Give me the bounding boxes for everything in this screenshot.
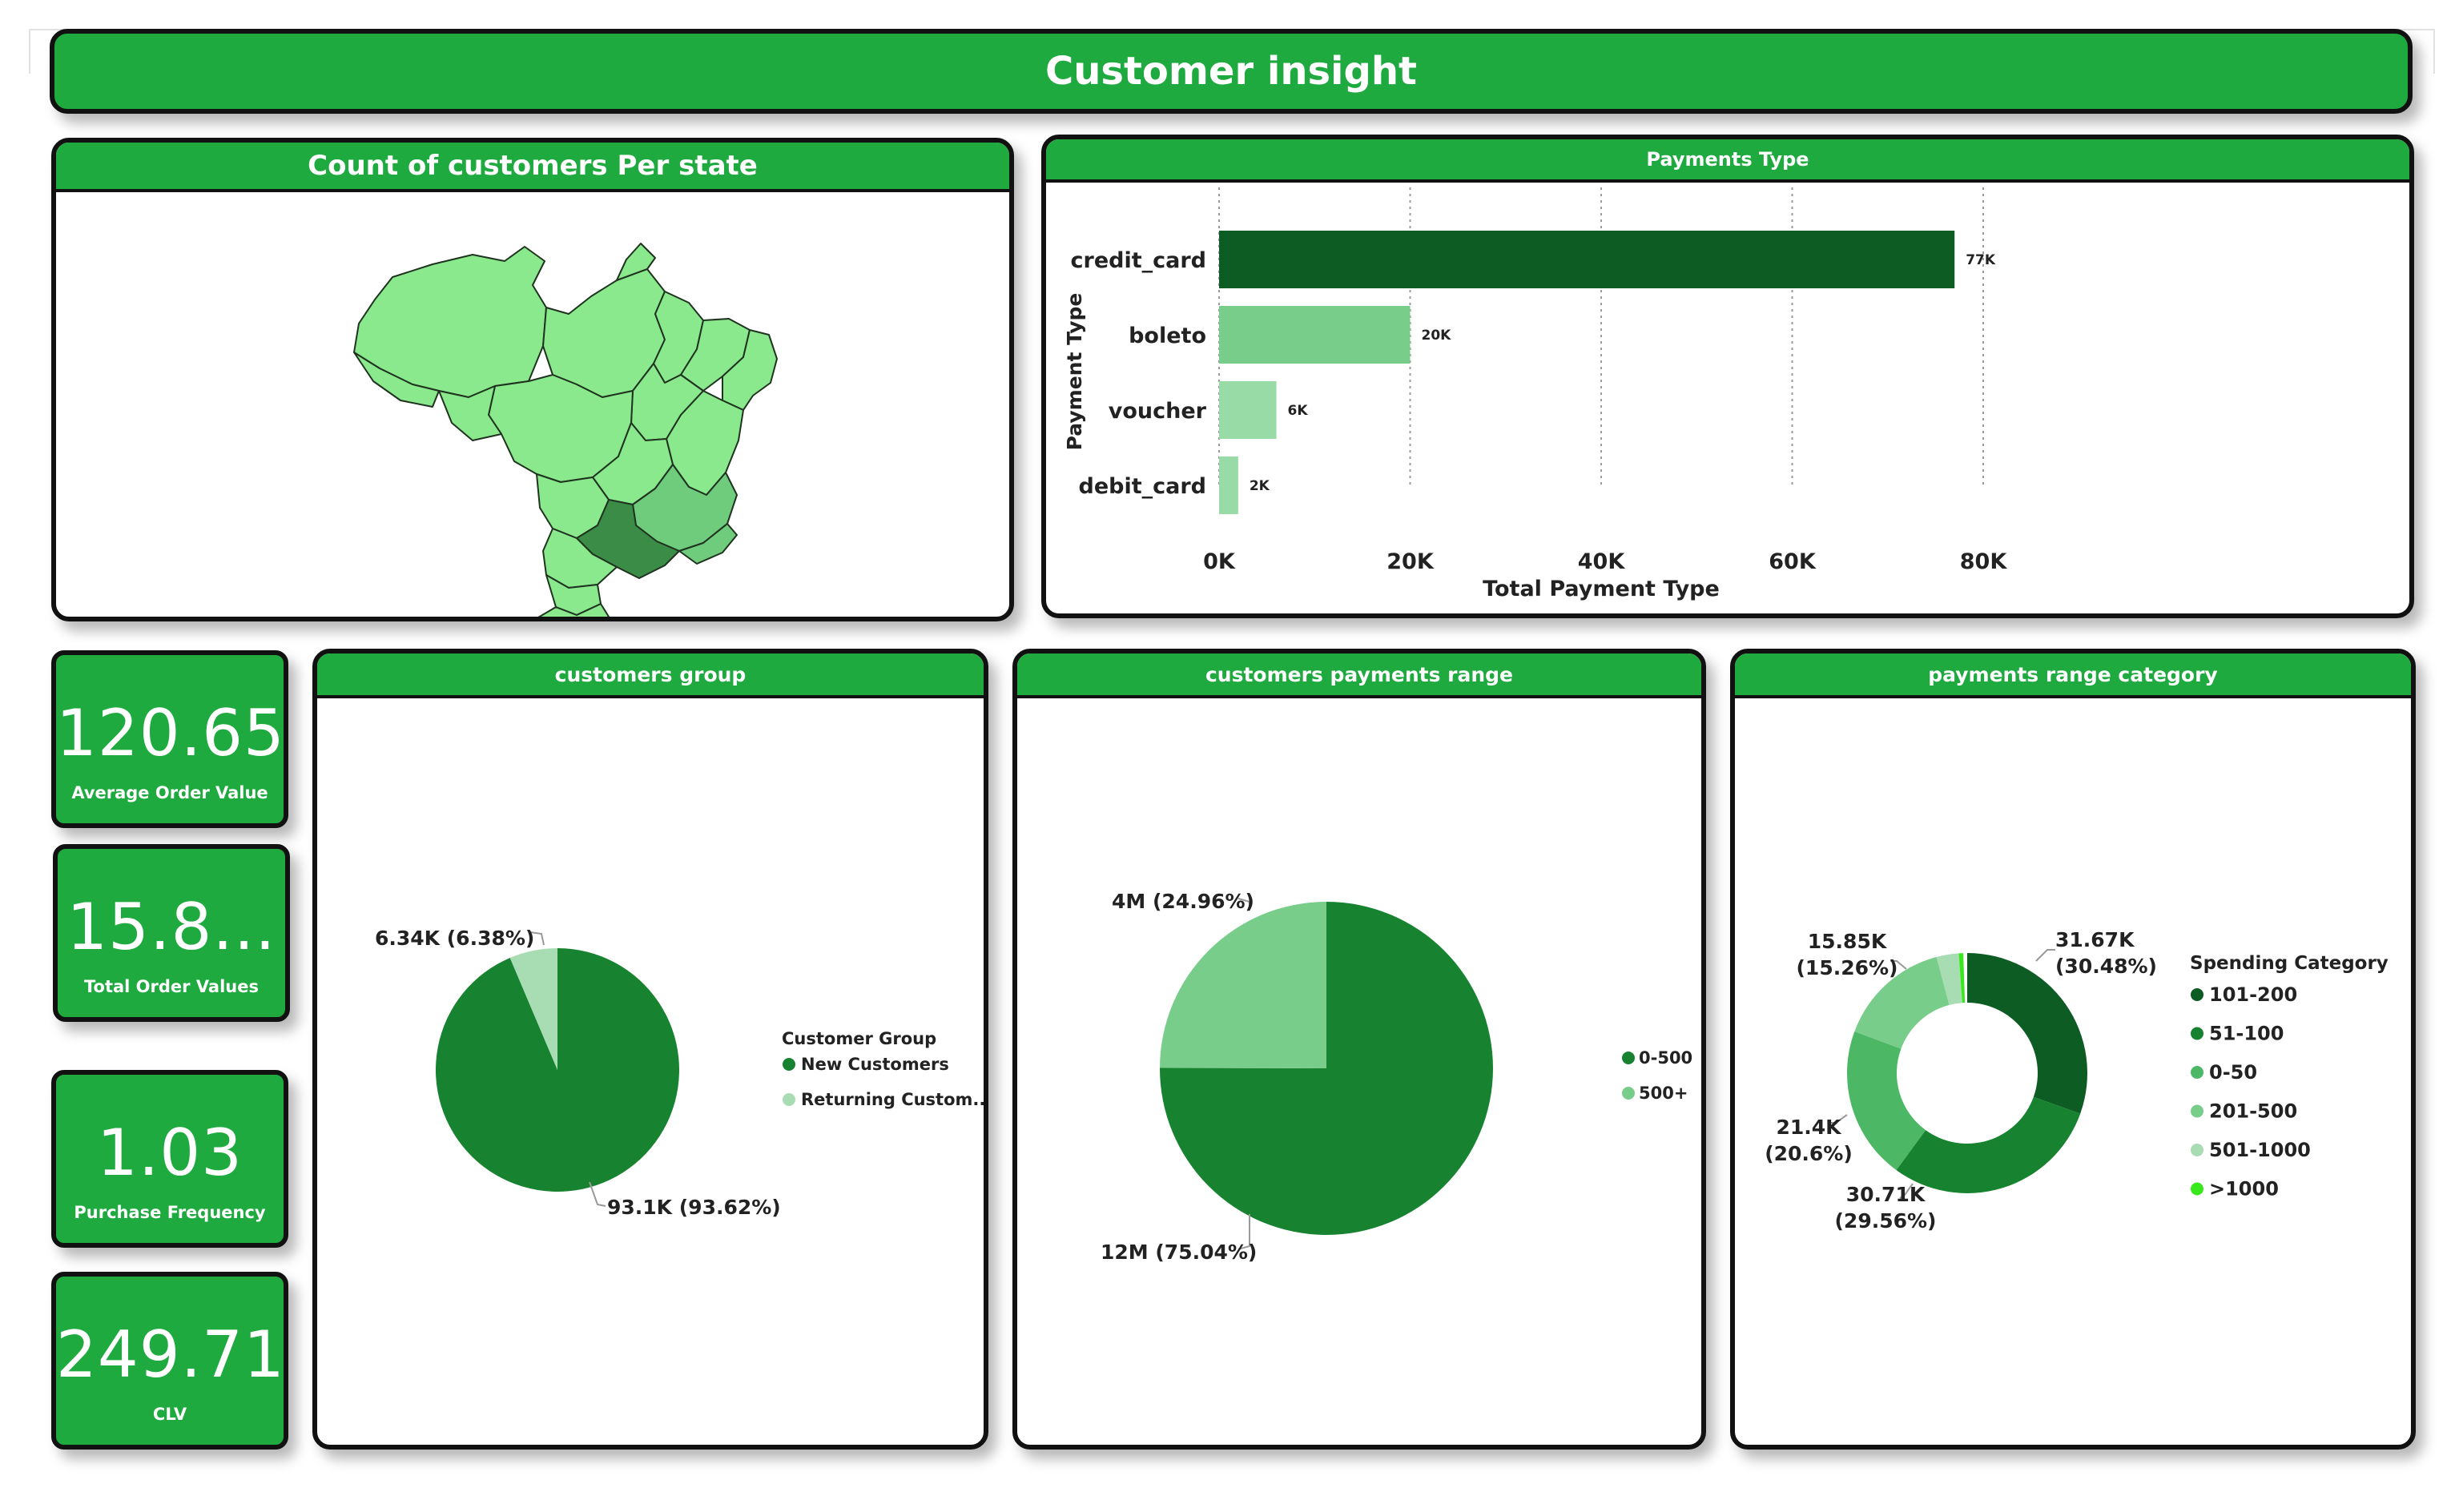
legend-label: Returning Custom... <box>801 1090 984 1109</box>
donut-data-label: 31.67K <box>2055 928 2135 951</box>
payments-range-category-chart: 31.67K (30.48%) 30.71K (29.56%) 21.4K (20.6%)… <box>1765 928 2389 1233</box>
bar <box>1219 231 1955 288</box>
x-tick-label: 80K <box>1960 549 2008 574</box>
bar-data-label: 20K <box>1422 328 1452 344</box>
legend-marker <box>2191 1104 2203 1118</box>
x-axis-label: Total Payment Type <box>1483 577 1720 601</box>
y-tick-label: credit_card <box>1071 248 1207 273</box>
kpi-purchase-frequency: 1.03 Purchase Frequency <box>51 1070 288 1248</box>
bar-data-label: 2K <box>1250 478 1270 494</box>
customers-payments-range-panel: customers payments range 12M (75.04%) 4M … <box>1012 649 1706 1450</box>
payments-type-panel: Payments Type 0K 20K 40K 60K 80K credit_card 7… <box>1041 135 2414 618</box>
kpi-label: CLV <box>152 1405 187 1424</box>
legend-label: 201-500 <box>2209 1100 2297 1123</box>
kpi-label: Total Order Values <box>84 977 259 996</box>
legend-marker <box>1622 1052 1635 1064</box>
legend-title: Customer Group <box>782 1029 936 1048</box>
pie-data-label: 12M (75.04%) <box>1101 1241 1257 1264</box>
legend-label: 500+ <box>1639 1084 1688 1103</box>
legend-marker <box>2191 1066 2203 1079</box>
bar <box>1219 306 1411 364</box>
donut-data-label: (15.26%) <box>1797 956 1898 979</box>
bar <box>1219 381 1277 439</box>
x-tick-label: 60K <box>1769 549 1817 574</box>
payments-range-category-panel: payments range category 31.67K (30.48%) 30… <box>1730 649 2416 1450</box>
customers-group-chart: 93.1K (93.62%) 6.34K (6.38%) Customer Grou… <box>375 927 984 1219</box>
pie-data-label: 4M (24.96%) <box>1112 890 1254 913</box>
legend-marker <box>2191 1182 2203 1196</box>
map-panel: Count of customers Per state <box>51 138 1014 621</box>
kpi-label: Average Order Value <box>71 783 268 802</box>
legend-marker <box>1622 1087 1635 1100</box>
bar-data-label: 77K <box>1966 252 1996 268</box>
legend-marker <box>783 1093 795 1106</box>
legend-label: 101-200 <box>2209 983 2297 1006</box>
payments-type-chart: 0K 20K 40K 60K 80K credit_card 77K boleto 20K vou… <box>1063 187 2008 601</box>
kpi-total-order-values: 15.8... Total Order Values <box>53 844 290 1022</box>
donut-data-label: 15.85K <box>1808 930 1888 953</box>
y-axis-label: Payment Type <box>1063 293 1086 451</box>
legend-label: New Customers <box>801 1055 949 1074</box>
legend-label: 0-500 <box>1639 1048 1692 1068</box>
y-tick-label: voucher <box>1109 399 1207 424</box>
y-tick-label: debit_card <box>1079 474 1207 499</box>
bar-data-label: 6K <box>1288 403 1309 419</box>
legend-label: 501-1000 <box>2209 1139 2311 1161</box>
kpi-value: 15.8... <box>66 890 276 964</box>
x-tick-label: 40K <box>1578 549 1626 574</box>
donut-data-label: 30.71K <box>1846 1183 1926 1206</box>
legend-marker <box>2191 1144 2203 1156</box>
legend-marker <box>2191 988 2203 1001</box>
donut-data-label: 21.4K <box>1776 1116 1842 1139</box>
pie-data-label: 93.1K (93.62%) <box>607 1196 781 1219</box>
legend-marker <box>2191 1027 2203 1040</box>
x-tick-label: 20K <box>1386 549 1435 574</box>
legend-title: Spending Category <box>2190 953 2389 974</box>
customers-payments-range-chart: 12M (75.04%) 4M (24.96%) 0-500 500+ <box>1101 890 1692 1264</box>
donut-data-label: (30.48%) <box>2055 955 2157 978</box>
kpi-value: 120.65 <box>56 696 285 770</box>
x-tick-label: 0K <box>1203 549 1236 574</box>
legend-label: 51-100 <box>2209 1023 2284 1045</box>
donut-data-label: (20.6%) <box>1765 1142 1853 1165</box>
leader-line <box>2035 949 2055 962</box>
page-title: Customer insight <box>50 29 2413 114</box>
kpi-average-order-value: 120.65 Average Order Value <box>51 650 288 828</box>
legend-label: 0-50 <box>2209 1061 2257 1084</box>
brazil-map[interactable] <box>56 143 1009 617</box>
donut-data-label: (29.56%) <box>1835 1209 1937 1233</box>
legend-label: >1000 <box>2209 1178 2279 1200</box>
kpi-value: 1.03 <box>96 1116 243 1190</box>
kpi-clv: 249.71 CLV <box>51 1272 288 1450</box>
donut-segment <box>1896 1096 2081 1193</box>
y-tick-label: boleto <box>1129 324 1206 348</box>
kpi-value: 249.71 <box>56 1317 285 1392</box>
customers-group-panel: customers group 93.1K (93.62%) 6.34K (6.3… <box>312 649 988 1450</box>
kpi-label: Purchase Frequency <box>74 1203 266 1222</box>
pie-slice <box>1160 902 1326 1068</box>
legend-marker <box>783 1058 795 1071</box>
bar <box>1219 456 1238 514</box>
pie-data-label: 6.34K (6.38%) <box>375 927 534 950</box>
